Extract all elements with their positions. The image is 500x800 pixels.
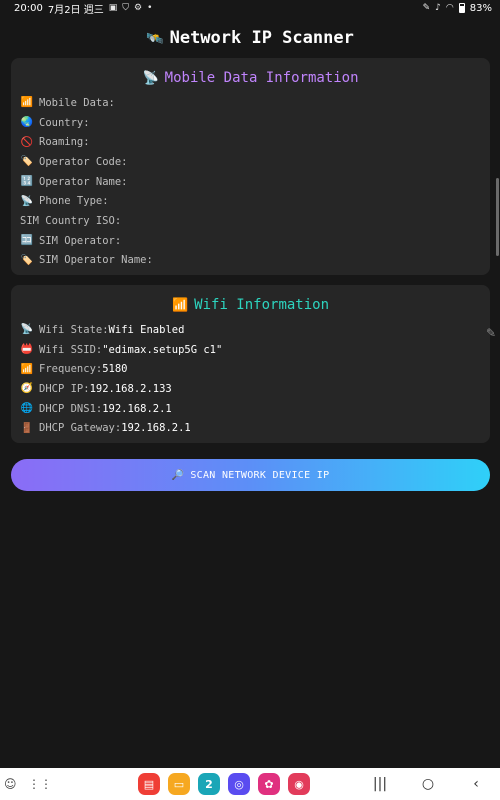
mobile-data-card-title: 📡 Mobile Data Information: [11, 70, 490, 86]
wifi-info-row-icon: 🧭: [20, 383, 34, 395]
assistant-icon[interactable]: ☺: [4, 778, 17, 790]
mobile-data-row-label: Operator Code:: [39, 155, 128, 168]
wifi-info-row-value: 5180: [102, 363, 128, 376]
home-icon[interactable]: ○: [404, 776, 452, 792]
mobile-data-row-label: Mobile Data:: [39, 96, 115, 109]
recent-apps-icon[interactable]: |||: [356, 776, 404, 792]
mobile-data-card: 📡 Mobile Data Information 📶 Mobile Data: 🌏 C…: [11, 58, 490, 275]
mute-icon: ♪: [435, 3, 441, 13]
battery-icon: [458, 3, 465, 13]
mobile-data-row-label: SIM Operator:: [39, 234, 122, 247]
mobile-data-row-label: Country:: [39, 116, 90, 129]
edge-panel-handle-icon[interactable]: ✎: [486, 326, 496, 340]
wifi-info-row-icon: 🌐: [20, 403, 34, 415]
mobile-data-row-label: SIM Country ISO:: [20, 214, 122, 227]
wifi-info-row-icon: 📡: [20, 324, 34, 336]
mobile-data-row-label: Roaming:: [39, 136, 90, 149]
wifi-info-row-value: Wifi Enabled: [108, 323, 185, 336]
dock-app-screen-recorder-icon[interactable]: ◉: [288, 773, 310, 795]
battery-level: 83%: [469, 2, 492, 14]
satellite-icon: 🛰️: [146, 31, 164, 47]
mobile-data-row: 🚫 Roaming:: [20, 132, 153, 152]
status-bar: 20:00 7月2日 週三 ▣ ⛉ ⚙ • ✎ ♪ ◠ 83%: [0, 0, 500, 16]
mobile-data-row: SIM Country ISO:: [20, 211, 153, 231]
wifi-info-row-label: Wifi SSID:: [39, 343, 103, 356]
wifi-info-row: 🧭 DHCP IP: 192.168.2.133: [20, 379, 222, 399]
wifi-info-row-icon: 🚪: [20, 422, 34, 434]
notification-icon: ▣: [108, 3, 118, 13]
scrollbar[interactable]: [496, 178, 499, 256]
wifi-info-row-label: DHCP Gateway:: [39, 422, 122, 435]
mobile-data-row-icon: 🏷️: [20, 156, 34, 168]
mobile-data-row-label: SIM Operator Name:: [39, 254, 153, 267]
wifi-info-row-icon: 📛: [20, 344, 34, 356]
nav-buttons: ||| ○ ‹: [356, 768, 500, 800]
wifi-info-row-label: DHCP DNS1:: [39, 402, 103, 415]
wifi-info-row-value: 192.168.2.133: [89, 382, 172, 395]
dot-icon: •: [147, 3, 153, 13]
wifi-info-row-icon: 📶: [20, 363, 34, 375]
mobile-data-row-icon: 🌏: [20, 117, 34, 129]
scan-network-button[interactable]: 🔎 SCAN NETWORK DEVICE IP: [11, 459, 490, 491]
wifi-info-row-value: "edimax.setup5G c1": [102, 343, 223, 356]
mobile-data-row-icon: 🏷️: [20, 254, 34, 266]
wifi-info-row-value: 192.168.2.1: [102, 402, 172, 415]
shield-icon: ⛉: [122, 3, 130, 13]
mobile-data-row-icon: 📶: [20, 97, 34, 109]
wifi-info-row: 🚪 DHCP Gateway: 192.168.2.1: [20, 418, 222, 438]
pen-icon: ✎: [422, 3, 431, 13]
wifi-info-row-value: 192.168.2.1: [121, 422, 191, 435]
wifi-info-list: 📡 Wifi State: Wifi Enabled 📛 Wifi SSID: "edim…: [20, 320, 223, 438]
mobile-data-row-icon: 🔢: [20, 176, 34, 188]
status-right: ✎ ♪ ◠ 83%: [423, 3, 492, 14]
wifi-info-row: 🌐 DHCP DNS1: 192.168.2.1: [20, 399, 222, 419]
mobile-data-row-icon: 📡: [20, 195, 34, 207]
mobile-data-title-text: Mobile Data Information: [164, 70, 359, 86]
status-left: 20:00 7月2日 週三 ▣ ⛉ ⚙ •: [14, 1, 152, 16]
dock-app-notes-icon[interactable]: ▤: [138, 773, 160, 795]
mobile-data-row-label: Operator Name:: [39, 175, 128, 188]
mobile-data-row: 🔢 Operator Name:: [20, 172, 153, 192]
mobile-data-list: 📶 Mobile Data: 🌏 Country: 🚫 Roaming: 🏷️ Operato…: [20, 93, 153, 270]
mobile-data-row-icon: 🚫: [20, 136, 34, 148]
app-dock: ▤ ▭ 2 ◎ ✿ ◉: [138, 773, 310, 795]
wifi-info-row-label: Frequency:: [39, 363, 103, 376]
dock-app-folder-icon[interactable]: ▭: [168, 773, 190, 795]
wifi-title-text: Wifi Information: [194, 297, 330, 313]
status-date: 7月2日 週三: [47, 4, 104, 16]
mobile-data-row: 🈁 SIM Operator:: [20, 231, 153, 251]
status-time: 20:00: [14, 2, 43, 14]
settings-icon: ⚙: [134, 3, 143, 13]
navigation-bar: ☺ ⋮⋮ ▤ ▭ 2 ◎ ✿ ◉ ||| ○ ‹: [0, 768, 500, 800]
mobile-data-row-label: Phone Type:: [39, 195, 109, 208]
dock-app-internet-icon[interactable]: ◎: [228, 773, 250, 795]
mobile-data-row-icon: 🈁: [20, 235, 34, 247]
wifi-info-row-label: Wifi State:: [39, 323, 109, 336]
scan-network-button-label: SCAN NETWORK DEVICE IP: [190, 469, 330, 481]
nav-left: ☺ ⋮⋮: [4, 768, 52, 800]
wifi-icon: ◠: [445, 3, 454, 13]
wifi-card: 📶 Wifi Information 📡 Wifi State: Wifi Enabl…: [11, 285, 490, 443]
mobile-data-row: 📶 Mobile Data:: [20, 93, 153, 113]
wifi-info-row: 📛 Wifi SSID: "edimax.setup5G c1": [20, 340, 223, 360]
mobile-data-row: 🏷️ Operator Code:: [20, 152, 153, 172]
back-icon[interactable]: ‹: [452, 776, 500, 792]
wifi-card-title: 📶 Wifi Information: [11, 297, 490, 313]
page-title-text: Network IP Scanner: [169, 28, 354, 48]
wifi-info-row: 📡 Wifi State: Wifi Enabled: [20, 320, 222, 340]
magnifier-icon: 🔎: [171, 469, 185, 481]
mobile-data-row: 🏷️ SIM Operator Name:: [20, 251, 153, 271]
dock-app-calendar-icon[interactable]: 2: [198, 773, 220, 795]
wifi-info-row-label: DHCP IP:: [39, 382, 90, 395]
antenna-icon: 📡: [142, 71, 159, 86]
app-drawer-icon[interactable]: ⋮⋮: [28, 778, 52, 790]
mobile-data-row: 📡 Phone Type:: [20, 191, 153, 211]
page-title: 🛰️ Network IP Scanner: [0, 28, 500, 48]
signal-icon: 📶: [171, 298, 189, 313]
wifi-info-row: 📶 Frequency: 5180: [20, 359, 222, 379]
dock-app-gallery-icon[interactable]: ✿: [258, 773, 280, 795]
mobile-data-row: 🌏 Country:: [20, 113, 153, 133]
